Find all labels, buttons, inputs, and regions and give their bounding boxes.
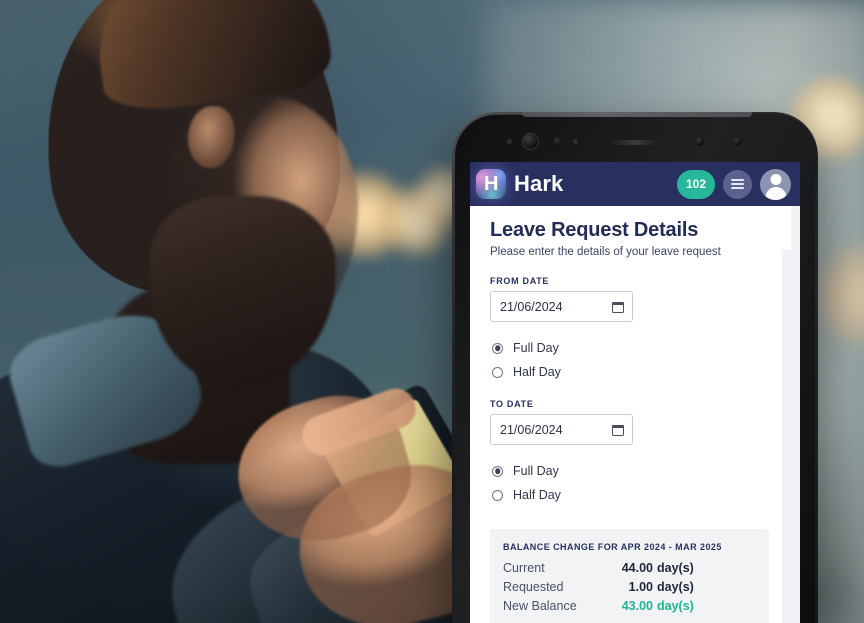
notification-count-badge[interactable]: 102: [677, 169, 715, 199]
user-avatar-icon: [770, 173, 781, 185]
balance-label: Requested: [503, 580, 564, 594]
to-date-value: 21/06/2024: [500, 422, 563, 437]
to-date-half-day-option[interactable]: Half Day: [492, 483, 769, 507]
balance-value: 44.00: [621, 561, 653, 575]
to-date-label: TO DATE: [490, 399, 534, 409]
from-date-duration-group: Full Day Half Day: [492, 336, 769, 384]
front-camera-icon: [523, 134, 538, 149]
hamburger-icon: [731, 178, 744, 190]
to-date-half-day-label: Half Day: [513, 488, 561, 502]
menu-button[interactable]: [723, 169, 752, 199]
from-date-input[interactable]: 21/06/2024: [490, 291, 633, 322]
scroll-gutter[interactable]: [782, 250, 791, 623]
from-date-full-day-label: Full Day: [513, 341, 559, 355]
radio-selected-icon[interactable]: [492, 465, 503, 477]
logo-letter: H: [484, 173, 498, 195]
phone-mockup: H Hark 102 Leave Request Details Please …: [452, 112, 818, 623]
balance-unit: day(s): [657, 561, 694, 575]
leave-request-form: Leave Request Details Please enter the d…: [470, 206, 800, 623]
balance-unit: day(s): [657, 580, 694, 594]
balance-label: Current: [503, 561, 545, 575]
balance-value: 1.00: [628, 580, 653, 594]
balance-unit: day(s): [657, 599, 694, 613]
page-title: Leave Request Details: [490, 219, 699, 241]
radio-unselected-icon[interactable]: [492, 366, 503, 378]
phone-sensor-cluster: [455, 128, 815, 154]
hark-logo-icon: H: [476, 169, 506, 199]
balance-label: New Balance: [503, 599, 577, 613]
earpiece-speaker: [611, 140, 659, 145]
phone-screen: H Hark 102 Leave Request Details Please …: [470, 162, 800, 623]
sensor-dot-icon: [507, 139, 512, 144]
avatar[interactable]: [760, 168, 791, 200]
to-date-full-day-option[interactable]: Full Day: [492, 459, 769, 483]
sensor-dot-icon: [695, 137, 704, 146]
sensor-dot-icon: [573, 139, 578, 144]
app-header: H Hark 102: [470, 162, 800, 206]
phone-top-antenna: [522, 112, 752, 117]
calendar-icon[interactable]: [612, 424, 624, 436]
to-date-input[interactable]: 21/06/2024: [490, 414, 633, 445]
balance-row-requested: Requested 1.00 day(s): [503, 580, 754, 594]
radio-selected-icon[interactable]: [492, 342, 503, 354]
from-date-half-day-label: Half Day: [513, 365, 561, 379]
page-subtitle: Please enter the details of your leave r…: [490, 246, 721, 258]
from-date-full-day-option[interactable]: Full Day: [492, 336, 769, 360]
balance-row-current: Current 44.00 day(s): [503, 561, 754, 575]
from-date-value: 21/06/2024: [500, 299, 563, 314]
brand-name: Hark: [514, 171, 564, 196]
balance-row-new-balance: New Balance 43.00 day(s): [503, 599, 754, 613]
radio-unselected-icon[interactable]: [492, 489, 503, 501]
from-date-label: FROM DATE: [490, 276, 550, 286]
to-date-duration-group: Full Day Half Day: [492, 459, 769, 507]
to-date-full-day-label: Full Day: [513, 464, 559, 478]
promo-screenshot: H Hark 102 Leave Request Details Please …: [0, 0, 864, 623]
balance-panel-title: BALANCE CHANGE FOR APR 2024 - MAR 2025: [503, 542, 722, 552]
calendar-icon[interactable]: [612, 301, 624, 313]
proximity-sensor-icon: [553, 137, 562, 146]
from-date-half-day-option[interactable]: Half Day: [492, 360, 769, 384]
balance-value: 43.00: [621, 599, 653, 613]
sensor-dot-icon: [733, 137, 742, 146]
balance-change-panel: BALANCE CHANGE FOR APR 2024 - MAR 2025 C…: [490, 529, 769, 623]
